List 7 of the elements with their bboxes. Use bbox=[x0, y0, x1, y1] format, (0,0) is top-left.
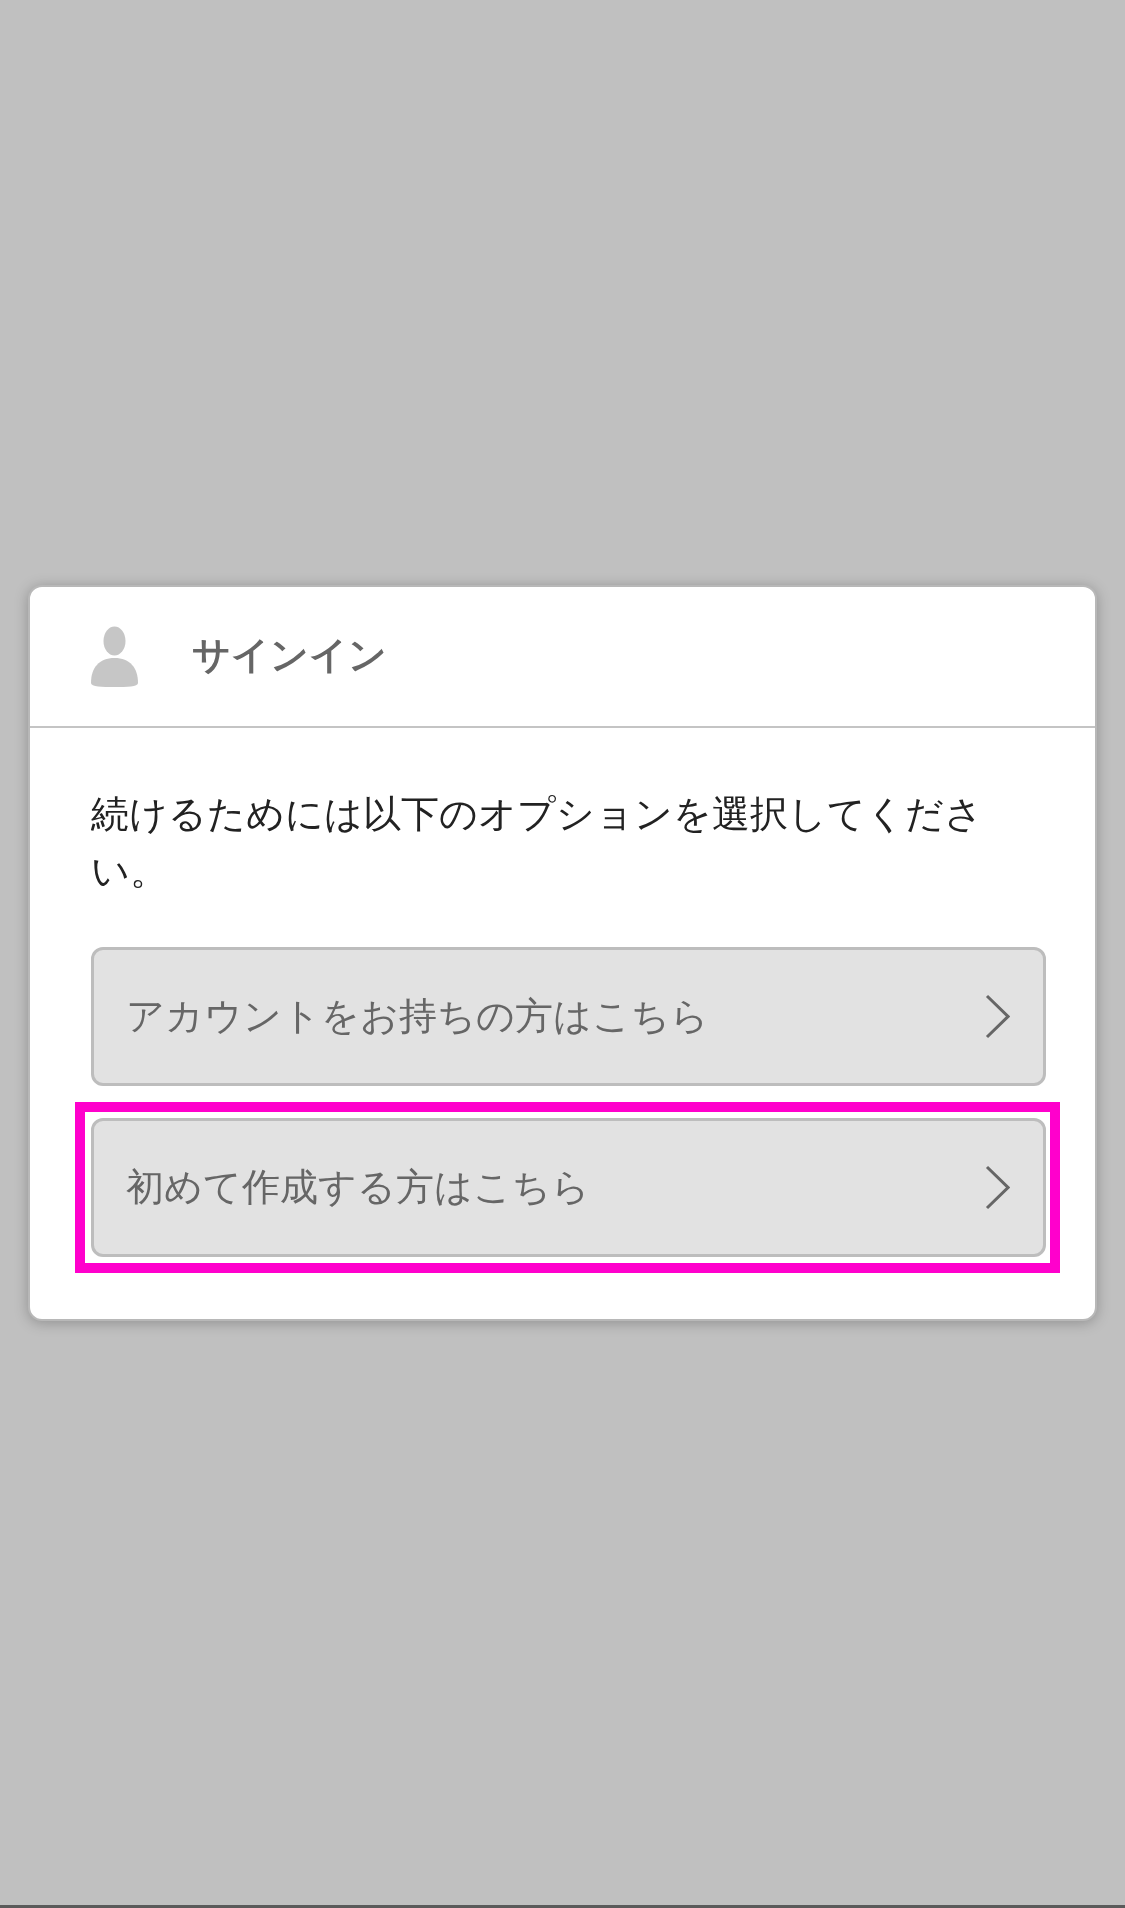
instruction-text: 続けるためには以下のオプションを選択してください。 bbox=[91, 790, 984, 895]
person-icon bbox=[91, 625, 138, 687]
dialog-title: サインイン bbox=[192, 633, 387, 679]
option-button[interactable]: アカウントをお持ちの方はこちら bbox=[91, 946, 1046, 1086]
chevron-icon bbox=[985, 993, 1010, 1039]
option-button[interactable]: 初めて作成する方はこちら bbox=[91, 1117, 1046, 1257]
chevron-icon bbox=[985, 1164, 1010, 1210]
